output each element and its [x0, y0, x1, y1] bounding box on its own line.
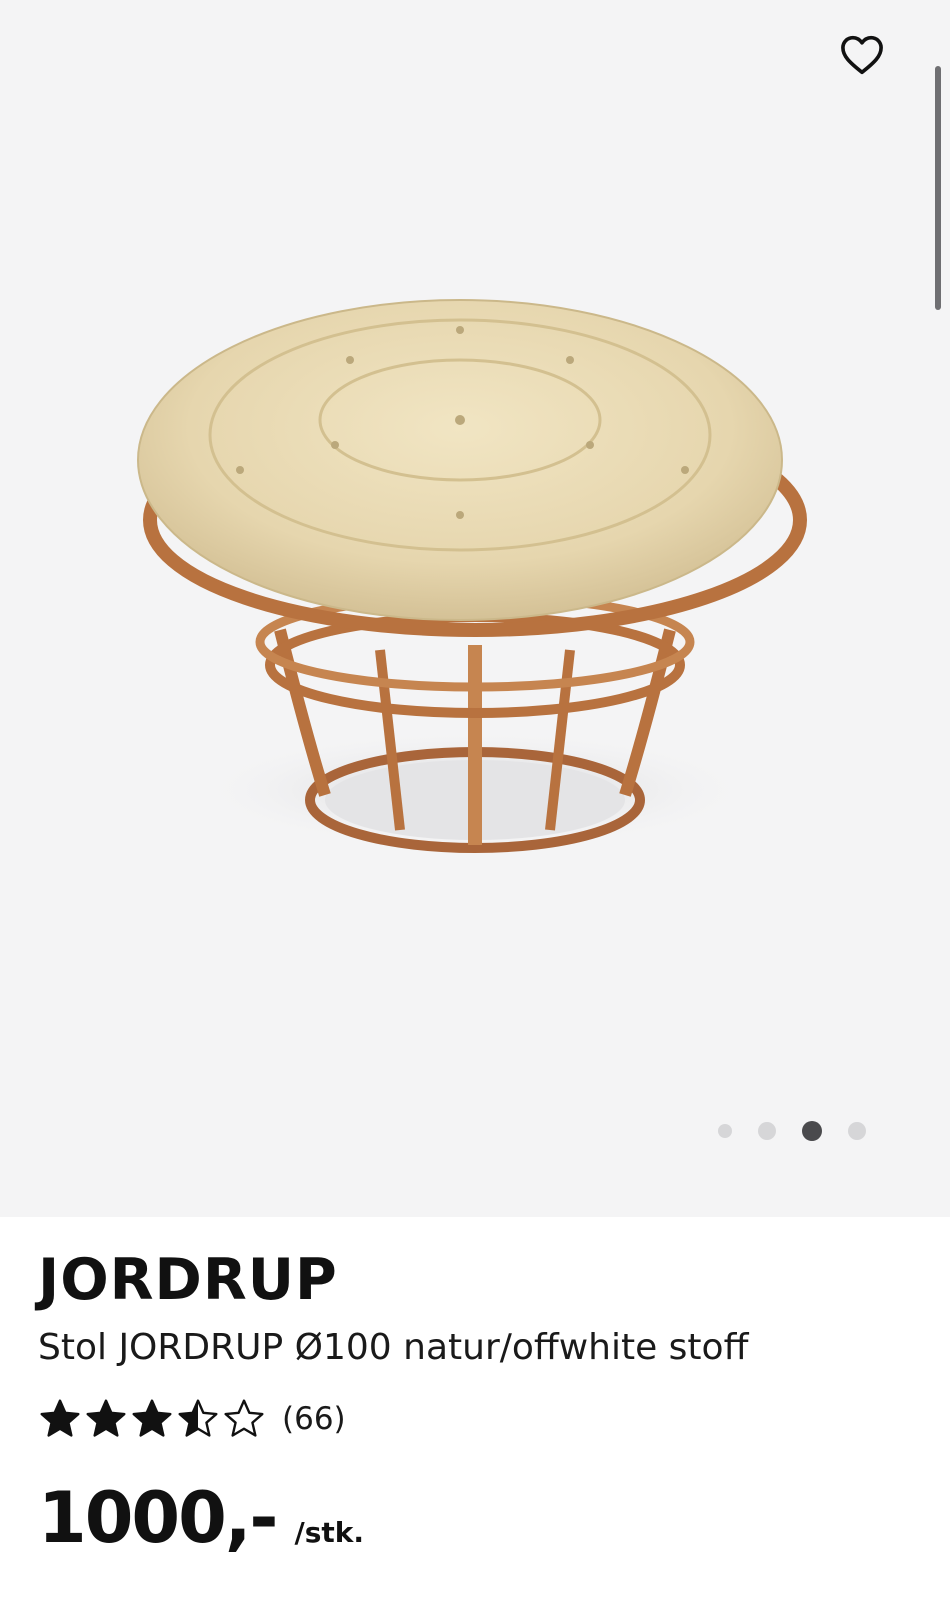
gallery-dot-1[interactable] — [718, 1124, 732, 1138]
star-half-icon — [178, 1399, 218, 1437]
heart-outline-icon — [841, 35, 883, 75]
price-row: 1000,- /stk. — [38, 1477, 364, 1559]
rating-stars — [38, 1397, 268, 1441]
gallery-dot-3-active[interactable] — [802, 1121, 822, 1141]
star-filled-icon — [86, 1399, 126, 1437]
product-info: JORDRUP Stol JORDRUP Ø100 natur/offwhite… — [0, 1217, 950, 1600]
product-image[interactable] — [130, 270, 820, 880]
gallery-pagination — [718, 1120, 866, 1142]
product-image-gallery[interactable] — [0, 0, 950, 1217]
price-unit: /stk. — [294, 1516, 365, 1549]
gallery-dot-2[interactable] — [758, 1122, 776, 1140]
star-empty-icon — [224, 1399, 264, 1437]
gallery-dot-4[interactable] — [848, 1122, 866, 1140]
star-filled-icon — [132, 1399, 172, 1437]
scrollbar[interactable] — [935, 66, 941, 310]
favorite-button[interactable] — [837, 30, 887, 80]
star-filled-icon — [40, 1399, 80, 1437]
product-rating[interactable]: (66) — [38, 1397, 346, 1441]
product-price: 1000,- — [38, 1477, 278, 1559]
review-count[interactable]: (66) — [282, 1401, 346, 1437]
product-subtitle: Stol JORDRUP Ø100 natur/offwhite stoff — [38, 1327, 749, 1368]
product-brand: JORDRUP — [38, 1247, 338, 1313]
